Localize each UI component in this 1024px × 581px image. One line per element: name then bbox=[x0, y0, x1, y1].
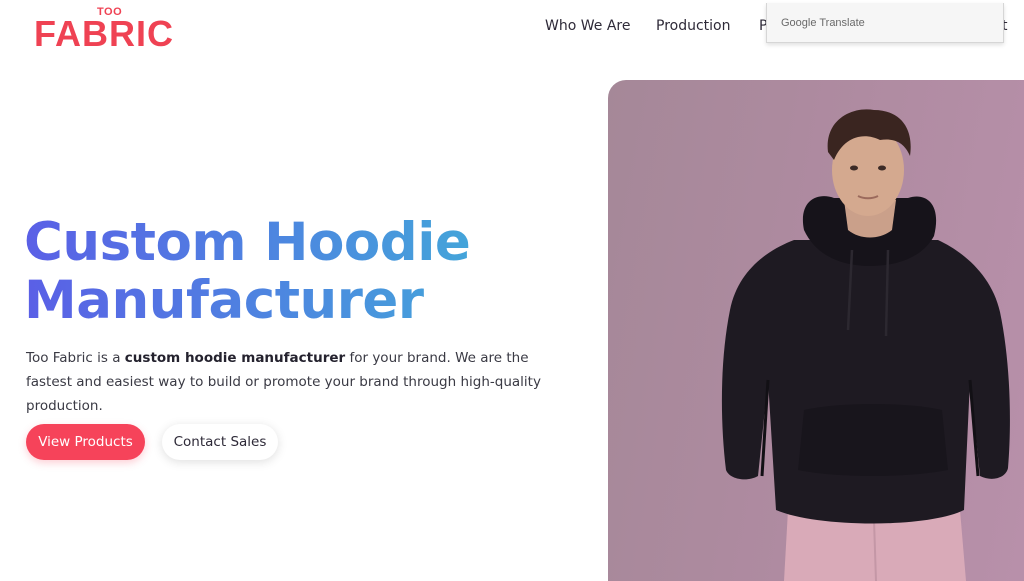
hero-desc-bold: custom hoodie manufacturer bbox=[124, 350, 346, 366]
nav-item-production[interactable]: Production bbox=[656, 18, 730, 34]
hero-title: Custom Hoodie Manufacturer bbox=[24, 214, 584, 330]
brand-logo[interactable]: TOO FABRIC bbox=[34, 6, 184, 54]
translate-text: Translate bbox=[819, 17, 865, 29]
hero-model-image bbox=[608, 80, 1024, 581]
hero-title-line1: Custom Hoodie bbox=[24, 214, 584, 272]
google-brand-text: Google bbox=[781, 17, 817, 29]
hero-title-line2: Manufacturer bbox=[24, 272, 584, 330]
google-translate-popup[interactable]: Google Translate bbox=[766, 3, 1004, 43]
hero-description: Too Fabric is a custom hoodie manufactur… bbox=[26, 346, 566, 418]
model-in-black-hoodie-icon bbox=[721, 109, 1010, 581]
nav-item-who-we-are[interactable]: Who We Are bbox=[545, 18, 630, 34]
logo-main-text: FABRIC bbox=[34, 13, 174, 54]
hero-desc-part1: Too Fabric is a bbox=[26, 350, 125, 366]
translate-label: Google Translate bbox=[781, 17, 865, 29]
view-products-button[interactable]: View Products bbox=[26, 424, 145, 460]
contact-sales-button[interactable]: Contact Sales bbox=[162, 424, 278, 460]
